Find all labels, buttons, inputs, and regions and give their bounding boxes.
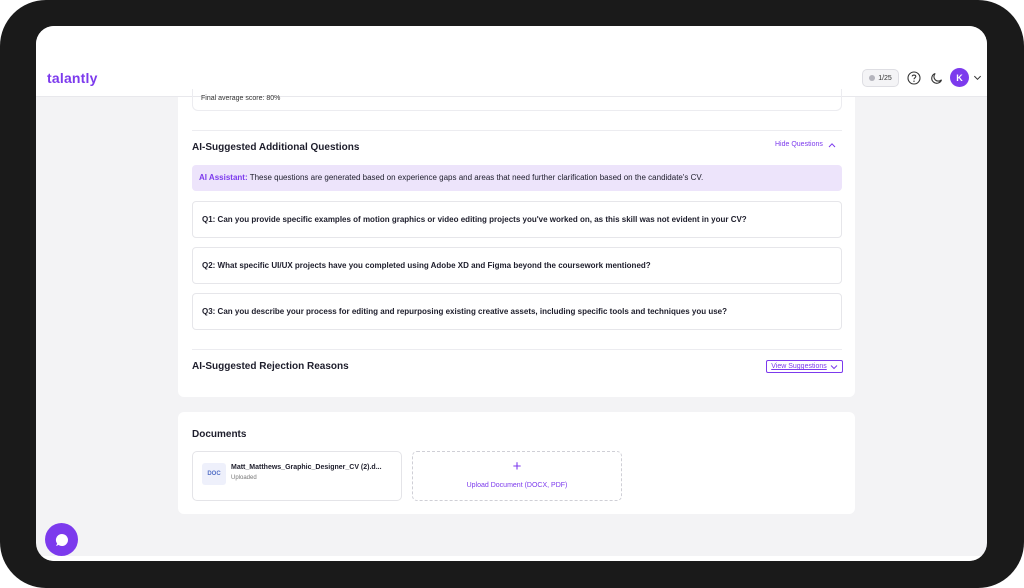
view-suggestions-label: View Suggestions <box>771 363 827 370</box>
ai-assistant-text: These questions are generated based on e… <box>247 173 704 182</box>
credits-dot-icon <box>869 75 876 81</box>
rejection-section-title: AI-Suggested Rejection Reasons <box>192 361 349 372</box>
chat-button[interactable] <box>45 523 78 556</box>
divider <box>192 130 842 131</box>
top-navbar: talantly 1/25 K <box>36 26 987 97</box>
hide-questions-label: Hide Questions <box>775 141 823 148</box>
user-avatar[interactable]: K <box>950 68 969 87</box>
device-bezel: talantly 1/25 K Final average score: 80%… <box>0 0 1024 588</box>
chevron-up-icon <box>828 142 836 147</box>
document-item[interactable]: DOC Matt_Matthews_Graphic_Designer_CV (2… <box>192 451 402 501</box>
question-item: Q2: What specific UI/UX projects have yo… <box>192 247 842 284</box>
average-score: Final average score: 80% <box>192 89 842 111</box>
question-text: Q1: Can you provide specific examples of… <box>202 215 747 224</box>
question-text: Q3: Can you describe your process for ed… <box>202 307 728 316</box>
divider <box>192 349 842 350</box>
documents-title: Documents <box>192 429 247 440</box>
credits-badge[interactable]: 1/25 <box>862 69 899 87</box>
evaluation-card: Final average score: 80% AI-Suggested Ad… <box>178 89 855 397</box>
upload-document-label: Upload Document (DOCX, PDF) <box>466 482 568 489</box>
hide-questions-button[interactable]: Hide Questions <box>775 141 836 148</box>
ai-assistant-label: AI Assistant: <box>199 173 248 182</box>
doc-file-icon: DOC <box>202 463 226 485</box>
chat-bubble-icon <box>55 533 68 546</box>
question-item: Q1: Can you provide specific examples of… <box>192 201 842 238</box>
chevron-down-icon[interactable] <box>973 73 982 82</box>
bottom-strip <box>36 556 987 561</box>
app-screen: talantly 1/25 K Final average score: 80%… <box>36 26 987 561</box>
question-item: Q3: Can you describe your process for ed… <box>192 293 842 330</box>
questions-section-title: AI-Suggested Additional Questions <box>192 142 360 153</box>
view-suggestions-button[interactable]: View Suggestions <box>766 360 843 373</box>
documents-card: Documents DOC Matt_Matthews_Graphic_Desi… <box>178 412 855 514</box>
upload-document-button[interactable]: + Upload Document (DOCX, PDF) <box>412 451 622 501</box>
question-text: Q2: What specific UI/UX projects have yo… <box>202 261 651 270</box>
credits-count: 1/25 <box>878 74 892 82</box>
chevron-down-icon <box>830 364 838 369</box>
ai-assistant-note: AI Assistant: These questions are genera… <box>192 165 842 191</box>
document-status: Uploaded <box>231 475 257 481</box>
app-logo[interactable]: talantly <box>47 70 98 86</box>
moon-icon[interactable] <box>930 71 944 85</box>
help-icon[interactable] <box>907 71 921 85</box>
plus-icon: + <box>512 458 522 475</box>
document-name: Matt_Matthews_Graphic_Designer_CV (2).d.… <box>231 464 382 471</box>
